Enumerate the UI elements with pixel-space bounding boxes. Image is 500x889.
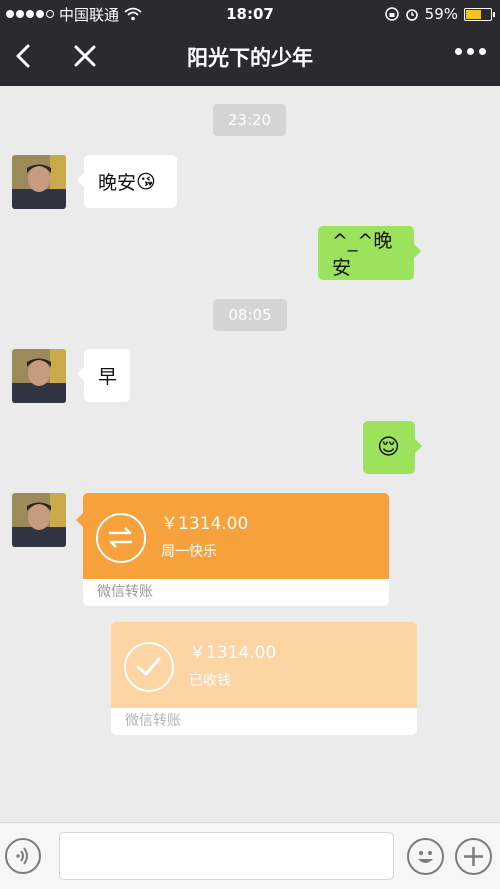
avatar[interactable] bbox=[12, 349, 66, 403]
plus-icon[interactable] bbox=[455, 838, 492, 875]
kiss-emoji: 😘 bbox=[136, 170, 156, 193]
transfer-amount: ￥1314.00 bbox=[189, 643, 277, 663]
chat-header: 阳光下的少年 bbox=[0, 28, 500, 86]
transfer-note: 已收钱 bbox=[189, 673, 231, 689]
more-dots-icon[interactable] bbox=[455, 48, 486, 55]
transfer-card-received[interactable]: ￥1314.00 已收钱 微信转账 bbox=[111, 622, 417, 735]
battery-percent: 59% bbox=[424, 5, 458, 23]
time-stamp: 23:20 bbox=[213, 104, 286, 136]
battery-icon bbox=[464, 7, 495, 21]
message-input[interactable] bbox=[59, 832, 394, 880]
transfer-note: 周一快乐 bbox=[161, 544, 217, 560]
transfer-amount: ￥1314.00 bbox=[161, 514, 249, 534]
message-text: 晚安 bbox=[98, 172, 137, 194]
transfer-footer: 微信转账 bbox=[111, 708, 417, 735]
status-right: 59% bbox=[384, 5, 495, 23]
input-bar bbox=[0, 822, 500, 889]
transfer-footer: 微信转账 bbox=[83, 579, 389, 606]
message-bubble-incoming[interactable]: 早 bbox=[77, 349, 130, 402]
message-bubble-incoming[interactable]: 晚安 😘 bbox=[77, 155, 177, 208]
avatar[interactable] bbox=[12, 155, 66, 209]
transfer-card-pending[interactable]: ￥1314.00 周一快乐 微信转账 bbox=[76, 493, 389, 606]
time-stamp: 08:05 bbox=[213, 299, 287, 331]
message-text: 早 bbox=[98, 366, 118, 388]
message-text: ^_^晚安 bbox=[332, 230, 393, 279]
orientation-lock-icon bbox=[384, 7, 399, 21]
voice-icon[interactable] bbox=[5, 838, 41, 874]
checkmark-icon bbox=[124, 642, 174, 692]
message-bubble-outgoing[interactable]: ^_^晚安 bbox=[318, 226, 421, 280]
transfer-arrows-icon bbox=[96, 513, 146, 563]
chat-title: 阳光下的少年 bbox=[187, 46, 313, 70]
avatar[interactable] bbox=[12, 493, 66, 547]
message-bubble-outgoing[interactable]: 😌 bbox=[363, 421, 422, 474]
alarm-icon bbox=[405, 9, 418, 21]
emoji-icon[interactable] bbox=[407, 838, 444, 875]
status-bar: 中国联通 18:07 59% bbox=[0, 0, 500, 28]
relieved-emoji: 😌 bbox=[377, 435, 400, 460]
